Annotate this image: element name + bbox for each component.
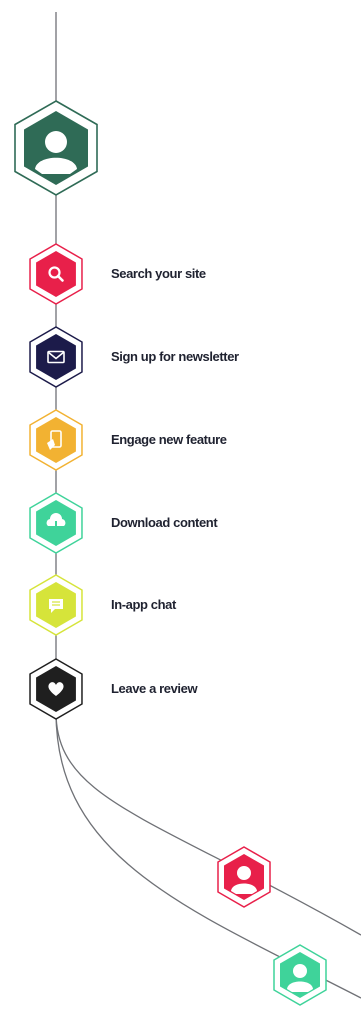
step-node-1: [29, 243, 83, 305]
journey-lines: [55, 12, 361, 999]
customer-journey-diagram: [14, 12, 361, 1006]
step-label-feature: Engage new feature: [111, 432, 227, 447]
secondary-user-green: [273, 944, 327, 1006]
step-label-review: Leave a review: [111, 681, 198, 696]
step-label-newsletter: Sign up for newsletter: [111, 349, 239, 364]
step-label-download: Download content: [111, 515, 218, 530]
step-node-4: [29, 492, 83, 554]
branch-line-red: [55, 711, 361, 936]
step-label-chat: In-app chat: [111, 597, 176, 612]
step-node-6: [29, 658, 83, 720]
step-node-5: [29, 574, 83, 636]
step-node-2: [29, 326, 83, 388]
secondary-user-red: [217, 846, 271, 908]
step-node-3: [29, 409, 83, 471]
step-label-search: Search your site: [111, 266, 206, 281]
primary-user-avatar: [14, 100, 98, 196]
